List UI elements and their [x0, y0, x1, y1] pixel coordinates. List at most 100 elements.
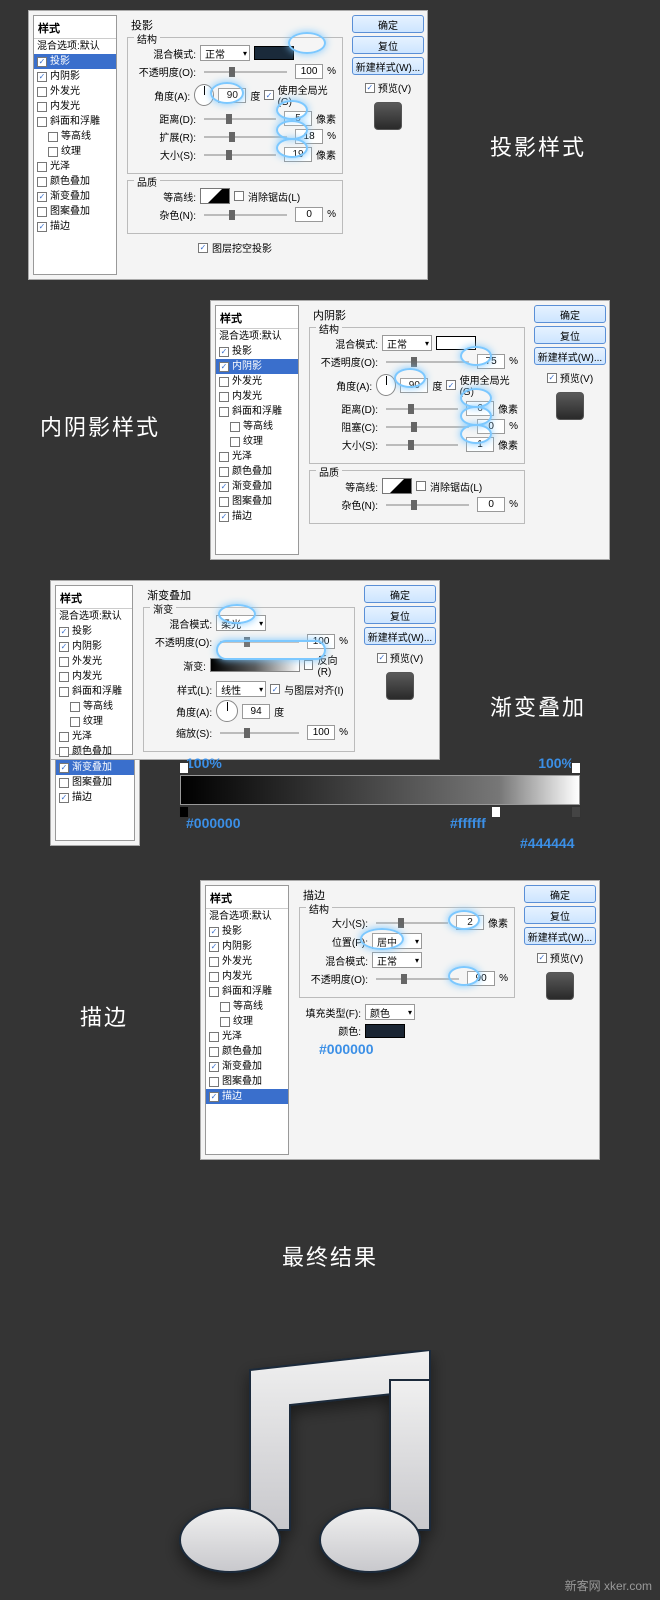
cancel-button[interactable]: 复位 — [534, 326, 606, 344]
angle-input[interactable] — [400, 378, 428, 393]
distance-input[interactable] — [284, 111, 312, 126]
checkbox-icon[interactable]: ✓ — [37, 57, 47, 67]
angle-dial[interactable] — [216, 700, 238, 722]
checkbox-icon[interactable] — [234, 191, 244, 201]
sidebar-item[interactable]: 斜面和浮雕 — [34, 114, 116, 129]
checkbox-icon[interactable]: ✓ — [37, 222, 47, 232]
size-input[interactable] — [466, 437, 494, 452]
blend-mode-select[interactable]: 正常 — [372, 952, 422, 968]
opacity-stop-icon[interactable] — [179, 762, 189, 774]
checkbox-icon[interactable]: ✓ — [365, 83, 375, 93]
spread-input[interactable] — [295, 129, 323, 144]
sidebar-item-stroke[interactable]: ✓描边 — [206, 1089, 288, 1104]
noise-slider[interactable] — [204, 214, 287, 216]
ok-button[interactable]: 确定 — [352, 15, 424, 33]
sidebar-item[interactable]: 图案叠加 — [34, 204, 116, 219]
opacity-slider[interactable] — [204, 71, 287, 73]
checkbox-icon[interactable]: ✓ — [198, 243, 208, 253]
choke-input[interactable] — [477, 419, 505, 434]
angle-dial[interactable] — [194, 84, 214, 106]
slider[interactable] — [386, 361, 469, 363]
ok-button[interactable]: 确定 — [524, 885, 596, 903]
sidebar-item[interactable]: ✓渐变叠加 — [216, 479, 298, 494]
size-slider[interactable] — [204, 154, 276, 156]
checkbox-icon[interactable] — [37, 102, 47, 112]
sidebar-item[interactable]: ✓描边 — [216, 509, 298, 524]
noise-input[interactable] — [295, 207, 323, 222]
sidebar-item-gradient-overlay[interactable]: ✓渐变叠加 — [56, 760, 134, 775]
checkbox-icon[interactable] — [48, 132, 58, 142]
ok-button[interactable]: 确定 — [534, 305, 606, 323]
sidebar-item[interactable]: 内发光 — [34, 99, 116, 114]
checkbox-icon[interactable]: ✓ — [37, 72, 47, 82]
blend-mode-select[interactable]: 正常 — [382, 335, 432, 351]
fill-type-select[interactable]: 颜色 — [365, 1004, 415, 1020]
cancel-button[interactable]: 复位 — [364, 606, 436, 624]
spread-slider[interactable] — [204, 136, 287, 138]
sidebar-item-drop-shadow[interactable]: ✓投影 — [34, 54, 116, 69]
new-style-button[interactable]: 新建样式(W)... — [352, 57, 424, 75]
gradient-picker[interactable] — [210, 658, 300, 672]
cancel-button[interactable]: 复位 — [352, 36, 424, 54]
checkbox-icon[interactable]: ✓ — [264, 90, 273, 100]
stroke-color-swatch[interactable] — [365, 1024, 405, 1038]
sidebar-item[interactable]: ✓渐变叠加 — [34, 189, 116, 204]
sidebar-item[interactable]: 纹理 — [34, 144, 116, 159]
sidebar-item[interactable]: 光泽 — [216, 449, 298, 464]
blend-mode-select[interactable]: 正常 — [200, 45, 250, 61]
color-stop-icon[interactable] — [491, 806, 501, 818]
checkbox-icon[interactable] — [37, 207, 47, 217]
ok-button[interactable]: 确定 — [364, 585, 436, 603]
sidebar-item[interactable]: ✓内阴影 — [34, 69, 116, 84]
blend-options[interactable]: 混合选项:默认 — [34, 39, 116, 54]
sidebar-item-inner-shadow[interactable]: ✓内阴影 — [216, 359, 298, 374]
opacity-input[interactable] — [477, 354, 505, 369]
new-style-button[interactable]: 新建样式(W)... — [534, 347, 606, 365]
blend-options[interactable]: 混合选项:默认 — [216, 329, 298, 344]
checkbox-icon[interactable] — [37, 87, 47, 97]
contour-picker[interactable] — [200, 188, 230, 204]
angle-input[interactable] — [218, 88, 246, 103]
new-style-button[interactable]: 新建样式(W)... — [524, 927, 596, 945]
opacity-input[interactable] — [467, 971, 495, 986]
position-select[interactable]: 居中 — [372, 933, 422, 949]
checkbox-icon[interactable] — [48, 147, 58, 157]
sidebar-item[interactable]: 等高线 — [216, 419, 298, 434]
distance-slider[interactable] — [204, 118, 276, 120]
sidebar-item[interactable]: 内发光 — [216, 389, 298, 404]
style-select[interactable]: 线性 — [216, 681, 266, 697]
angle-dial[interactable] — [376, 374, 396, 396]
color-swatch[interactable] — [254, 46, 294, 60]
angle-input[interactable] — [242, 704, 270, 719]
size-input[interactable] — [284, 147, 312, 162]
opacity-stop-icon[interactable] — [571, 762, 581, 774]
new-style-button[interactable]: 新建样式(W)... — [364, 627, 436, 645]
color-swatch[interactable] — [436, 336, 476, 350]
sidebar-item[interactable]: 外发光 — [216, 374, 298, 389]
distance-input[interactable] — [466, 401, 494, 416]
sidebar-item[interactable]: 颜色叠加 — [216, 464, 298, 479]
checkbox-icon[interactable]: ✓ — [37, 192, 47, 202]
sidebar-item[interactable]: 等高线 — [34, 129, 116, 144]
sidebar-item[interactable]: 颜色叠加 — [34, 174, 116, 189]
contour-picker[interactable] — [382, 478, 412, 494]
sidebar-item[interactable]: 纹理 — [216, 434, 298, 449]
noise-input[interactable] — [477, 497, 505, 512]
cancel-button[interactable]: 复位 — [524, 906, 596, 924]
opacity-input[interactable] — [295, 64, 323, 79]
checkbox-icon[interactable] — [37, 162, 47, 172]
sidebar-item[interactable]: 外发光 — [34, 84, 116, 99]
checkbox-icon[interactable] — [37, 177, 47, 187]
checkbox-icon[interactable] — [37, 117, 47, 127]
size-input[interactable] — [456, 915, 484, 930]
blend-mode-select[interactable]: 柔光 — [216, 615, 266, 631]
sidebar-item[interactable]: ✓投影 — [216, 344, 298, 359]
scale-input[interactable] — [307, 725, 335, 740]
gradient-strip[interactable] — [180, 775, 580, 805]
sidebar-item[interactable]: 图案叠加 — [216, 494, 298, 509]
color-stop-icon[interactable] — [571, 806, 581, 818]
sidebar-item[interactable]: 斜面和浮雕 — [216, 404, 298, 419]
sidebar-item[interactable]: ✓描边 — [34, 219, 116, 234]
opacity-input[interactable] — [307, 634, 335, 649]
sidebar-item[interactable]: 光泽 — [34, 159, 116, 174]
